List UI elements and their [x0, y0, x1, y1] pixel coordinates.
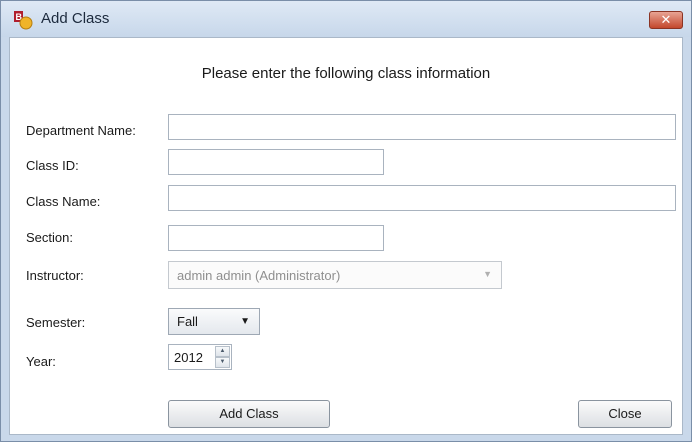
spin-down-icon[interactable]: ▼ [215, 357, 230, 368]
add-class-dialog: B Add Class ✕ Please enter the following… [0, 0, 692, 442]
department-name-field[interactable] [168, 114, 676, 140]
class-id-label: Class ID: [26, 158, 79, 173]
add-class-button[interactable]: Add Class [168, 400, 330, 428]
app-icon: B [14, 11, 33, 30]
semester-select[interactable]: Fall ▼ [168, 308, 260, 335]
section-label: Section: [26, 230, 73, 245]
close-icon: ✕ [660, 12, 672, 27]
instructor-value: admin admin (Administrator) [177, 268, 341, 283]
semester-label: Semester: [26, 315, 86, 330]
year-value: 2012 [174, 350, 203, 365]
instructor-select[interactable]: admin admin (Administrator) ▼ [168, 261, 502, 289]
spin-up-icon[interactable]: ▲ [215, 346, 230, 357]
class-name-field[interactable] [168, 185, 676, 211]
year-spinner: ▲ ▼ [215, 346, 230, 368]
window-title: Add Class [41, 10, 110, 27]
form-heading: Please enter the following class informa… [201, 65, 491, 82]
title-bar[interactable]: B Add Class ✕ [1, 1, 691, 37]
section-field[interactable] [168, 225, 384, 251]
instructor-label: Instructor: [26, 268, 84, 283]
class-id-field[interactable] [168, 149, 384, 175]
year-label: Year: [26, 354, 56, 369]
class-name-label: Class Name: [26, 194, 101, 209]
year-spinbox[interactable]: 2012 ▲ ▼ [168, 344, 232, 370]
chevron-down-icon: ▼ [240, 316, 250, 327]
semester-value: Fall [177, 314, 198, 329]
form-panel: Please enter the following class informa… [9, 37, 683, 435]
department-label: Department Name: [26, 123, 136, 138]
window-close-button[interactable]: ✕ [649, 11, 683, 29]
chevron-down-icon: ▼ [483, 269, 492, 279]
close-button[interactable]: Close [578, 400, 672, 428]
